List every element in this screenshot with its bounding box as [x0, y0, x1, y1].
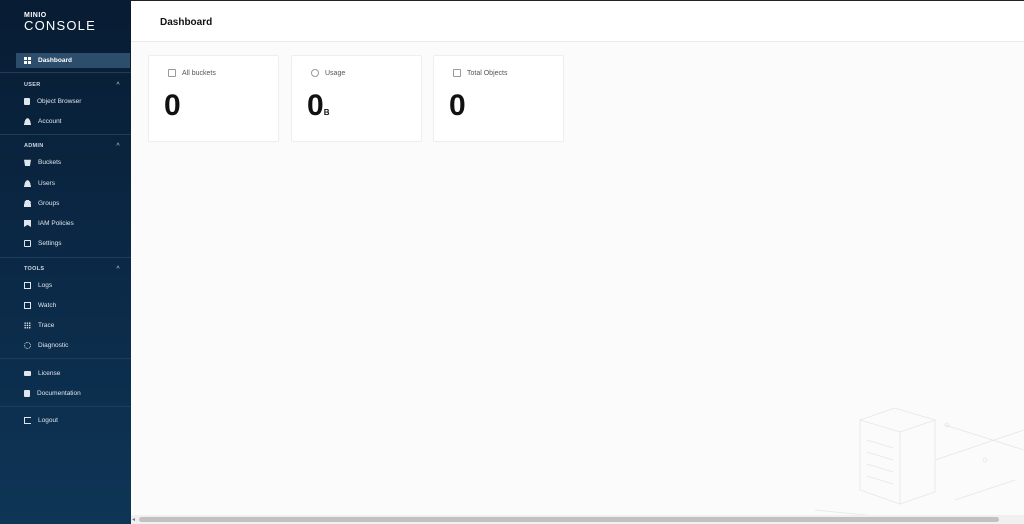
section-tools[interactable]: TOOLS ^: [24, 266, 120, 272]
logo-title: CONSOLE: [24, 18, 96, 33]
nav-logout[interactable]: Logout: [16, 413, 130, 428]
logout-icon: [24, 417, 31, 424]
nav-diagnostic[interactable]: Diagnostic: [16, 338, 130, 353]
card-label: Total Objects: [467, 70, 508, 77]
diagnostic-icon: [24, 342, 31, 349]
card-label: Usage: [325, 70, 346, 77]
divider: [0, 358, 131, 359]
section-user-label: USER: [24, 82, 41, 88]
nav-license-label: License: [38, 370, 61, 377]
nav-logs[interactable]: Logs: [16, 278, 130, 293]
user-icon: [24, 180, 31, 187]
scrollbar-thumb[interactable]: [139, 517, 999, 522]
chevron-up-icon[interactable]: ^: [116, 82, 120, 88]
divider: [0, 406, 131, 407]
card-value: 0: [449, 89, 466, 123]
nav-account[interactable]: Account: [16, 114, 130, 129]
nav-trace[interactable]: Trace: [16, 318, 130, 333]
card-value: 0: [164, 89, 181, 123]
nav-buckets[interactable]: Buckets: [16, 155, 130, 170]
trace-icon: [24, 322, 31, 329]
nav-groups[interactable]: Groups: [16, 196, 130, 211]
card-value-unit: B: [323, 108, 330, 117]
license-icon: [24, 371, 31, 376]
sidebar: MINIO CONSOLE Dashboard USER ^ Object Br…: [0, 0, 131, 524]
card-value-number: 0: [307, 89, 324, 122]
nav-object-browser[interactable]: Object Browser: [16, 94, 130, 109]
policy-icon: [24, 220, 31, 227]
nav-trace-label: Trace: [38, 322, 55, 329]
nav-diagnostic-label: Diagnostic: [38, 342, 69, 349]
page-title: Dashboard: [160, 17, 213, 28]
chevron-up-icon[interactable]: ^: [116, 143, 120, 149]
nav-dashboard-label: Dashboard: [38, 57, 72, 64]
nav-iam-policies[interactable]: IAM Policies: [16, 216, 130, 231]
section-tools-label: TOOLS: [24, 266, 45, 272]
objects-icon: [453, 69, 461, 77]
logs-icon: [24, 282, 31, 289]
nav-settings-label: Settings: [38, 240, 62, 247]
nav-documentation-label: Documentation: [37, 390, 81, 397]
nav-groups-label: Groups: [38, 200, 60, 207]
file-icon: [24, 98, 30, 105]
watch-icon: [24, 302, 31, 309]
nav-license[interactable]: License: [16, 366, 130, 381]
nav-users-label: Users: [38, 180, 55, 187]
nav-watch[interactable]: Watch: [16, 298, 130, 313]
documentation-icon: [24, 390, 30, 397]
nav-logs-label: Logs: [38, 282, 53, 289]
nav-object-browser-label: Object Browser: [37, 98, 82, 105]
dashboard-icon: [24, 57, 31, 64]
nav-settings[interactable]: Settings: [16, 236, 130, 251]
scroll-left-icon[interactable]: ◂: [132, 516, 135, 523]
account-icon: [24, 118, 31, 125]
groups-icon: [24, 200, 31, 207]
card-all-buckets: All buckets 0: [148, 55, 279, 142]
divider: [0, 257, 131, 258]
nav-iam-policies-label: IAM Policies: [38, 220, 74, 227]
logo: MINIO CONSOLE: [24, 12, 96, 33]
section-admin[interactable]: ADMIN ^: [24, 143, 120, 149]
server-illustration: [815, 407, 1024, 516]
usage-icon: [311, 69, 319, 77]
card-value: 0B: [307, 89, 329, 123]
divider: [0, 134, 131, 135]
nav-buckets-label: Buckets: [38, 159, 62, 166]
bucket-icon: [24, 159, 31, 166]
card-value-number: 0: [449, 89, 466, 122]
card-value-number: 0: [164, 89, 181, 122]
nav-logout-label: Logout: [38, 417, 58, 424]
section-user[interactable]: USER ^: [24, 82, 120, 88]
page-header: Dashboard: [131, 0, 1024, 42]
nav-documentation[interactable]: Documentation: [16, 386, 130, 401]
nav-watch-label: Watch: [38, 302, 57, 309]
chevron-up-icon[interactable]: ^: [116, 266, 120, 272]
section-admin-label: ADMIN: [24, 143, 44, 149]
divider: [0, 72, 131, 73]
buckets-icon: [168, 69, 176, 77]
card-total-objects: Total Objects 0: [433, 55, 564, 142]
horizontal-scrollbar[interactable]: ◂: [131, 515, 1024, 524]
nav-account-label: Account: [38, 118, 62, 125]
nav-users[interactable]: Users: [16, 176, 130, 191]
card-label: All buckets: [182, 70, 216, 77]
card-usage: Usage 0B: [291, 55, 422, 142]
settings-icon: [24, 240, 31, 247]
nav-dashboard[interactable]: Dashboard: [16, 53, 130, 68]
